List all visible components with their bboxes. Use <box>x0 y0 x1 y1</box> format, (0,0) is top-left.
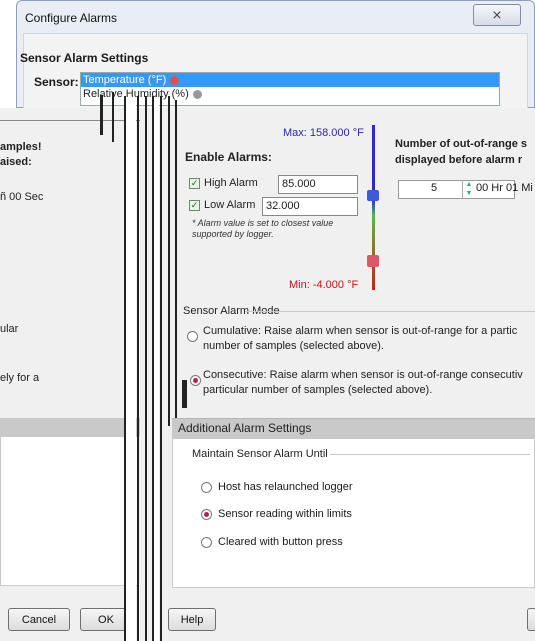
high-alarm-input[interactable]: 85.000 <box>278 175 358 194</box>
samples-count: 5 <box>431 182 438 194</box>
partial-button[interactable] <box>527 608 535 631</box>
sensor-alarm-settings-title: Sensor Alarm Settings <box>20 51 149 65</box>
enable-alarms-title: Enable Alarms: <box>185 150 272 164</box>
render-artifact <box>100 95 103 135</box>
cumulative-radio[interactable] <box>187 331 198 342</box>
spinner-arrows-icon[interactable]: ▲ ▼ <box>462 180 475 199</box>
cancel-button[interactable]: Cancel <box>8 608 70 631</box>
host-relaunched-label: Host has relaunched logger <box>218 481 353 493</box>
left-lower-panel <box>0 436 138 586</box>
high-alarm-row: ✓ High Alarm <box>189 177 258 189</box>
divider <box>0 120 140 121</box>
consecutive-label: Consecutive: Raise alarm when sensor is … <box>203 369 523 396</box>
low-alarm-checkbox[interactable]: ✓ <box>189 199 200 211</box>
host-relaunched-radio[interactable] <box>201 482 212 493</box>
maintain-alarm-title: Maintain Sensor Alarm Until <box>192 448 328 460</box>
render-artifact <box>168 96 170 426</box>
button-press-label: Cleared with button press <box>218 536 343 548</box>
high-alarm-handle[interactable] <box>367 190 379 201</box>
within-limits-label: Sensor reading within limits <box>218 508 352 520</box>
render-artifact <box>175 100 177 430</box>
sensor-option-label: Temperature (°F) <box>83 74 167 86</box>
fragment-text: ely for a <box>0 372 40 384</box>
additional-settings-title: Additional Alarm Settings <box>178 421 312 435</box>
fragment-text: ular <box>0 323 19 335</box>
out-of-range-title: Number of out-of-range s displayed befor… <box>395 138 527 166</box>
help-button[interactable]: Help <box>168 608 216 631</box>
high-alarm-checkbox[interactable]: ✓ <box>189 177 200 189</box>
left-section-bar <box>0 418 140 436</box>
render-artifact <box>154 100 159 641</box>
radio-selected-dot <box>193 378 198 383</box>
sensor-label: Sensor: <box>34 75 79 89</box>
radio-selected-dot <box>204 512 209 517</box>
max-label: Max: 158.000 °F <box>283 127 364 139</box>
close-button[interactable]: ⨯ <box>473 4 521 26</box>
consecutive-radio[interactable] <box>190 375 201 386</box>
cumulative-label: Cumulative: Raise alarm when sensor is o… <box>203 325 518 352</box>
check-icon: ✓ <box>190 199 199 210</box>
group-divider <box>330 454 530 455</box>
sensor-option-label: Relative Humidity (%) <box>83 88 189 100</box>
within-limits-radio[interactable] <box>201 509 212 520</box>
sensor-listbox[interactable]: Temperature (°F) Relative Humidity (%) <box>80 72 500 106</box>
min-label: Min: -4.000 °F <box>289 279 359 291</box>
close-icon: ⨯ <box>491 7 503 22</box>
render-artifact <box>182 380 187 408</box>
window-title: Configure Alarms <box>25 11 118 25</box>
sensor-option-temperature[interactable]: Temperature (°F) <box>81 73 499 87</box>
render-artifact <box>126 100 136 641</box>
low-alarm-label: Low Alarm <box>204 199 256 211</box>
interval-value: 00 Hr 01 Mi <box>476 182 533 194</box>
render-artifact <box>137 96 139 641</box>
fragment-text: aised: <box>0 156 32 168</box>
alarm-note: * Alarm value is set to closest value su… <box>192 218 334 239</box>
render-artifact <box>112 92 114 142</box>
error-icon <box>170 75 180 85</box>
fragment-text: ñ 00 Sec <box>0 191 44 203</box>
check-icon: ✓ <box>190 177 199 188</box>
fragment-text: amples! <box>0 141 42 153</box>
render-artifact <box>160 96 162 641</box>
button-press-radio[interactable] <box>201 537 212 548</box>
low-alarm-handle[interactable] <box>367 255 379 267</box>
high-alarm-label: High Alarm <box>204 177 258 189</box>
error-icon <box>192 89 202 99</box>
low-alarm-row: ✓ Low Alarm <box>189 199 255 211</box>
low-alarm-input[interactable]: 32.000 <box>262 197 358 216</box>
group-divider <box>245 311 535 312</box>
render-artifact <box>145 96 147 641</box>
